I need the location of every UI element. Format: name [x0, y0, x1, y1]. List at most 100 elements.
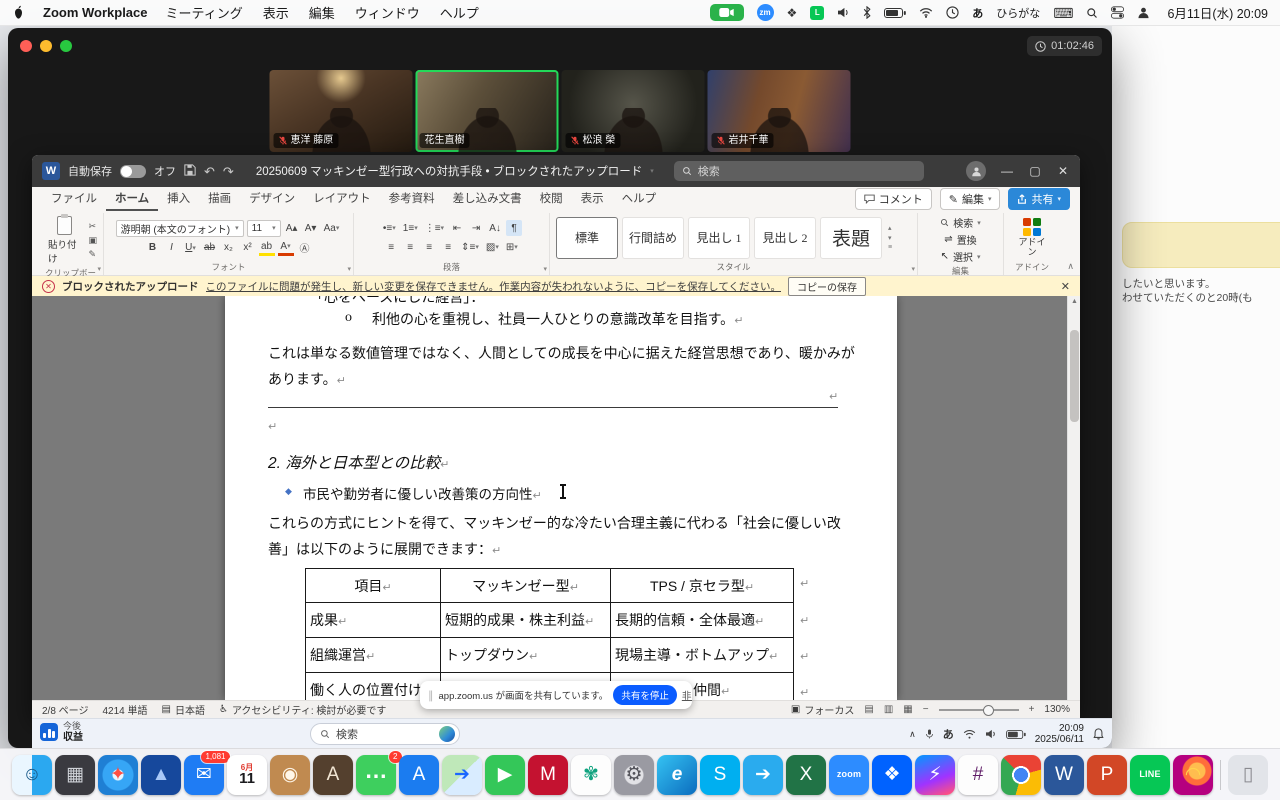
dock-skype[interactable]: S: [700, 755, 740, 795]
dock-messenger[interactable]: ⚡: [915, 755, 955, 795]
menu-item[interactable]: 表示: [263, 3, 289, 22]
table-cell[interactable]: 組織運営↵: [306, 638, 441, 673]
style-gallery-item[interactable]: 見出し 1: [688, 217, 750, 259]
document-page[interactable]: 「心をベースにした経営」： o 利他の心を重視し、社員一人ひとりの意識改革を目指…: [225, 296, 897, 700]
save-icon[interactable]: [184, 164, 196, 178]
style-gallery-item[interactable]: 表題: [820, 217, 882, 259]
share-button[interactable]: 共有 ▾: [1008, 188, 1070, 210]
table-cell[interactable]: 短期的成果・株主利益↵: [441, 603, 611, 638]
cut-icon[interactable]: ✂: [88, 221, 97, 232]
taskbar-clock[interactable]: 20:09 2025/06/11: [1035, 723, 1084, 746]
ribbon-tab[interactable]: レイアウト: [304, 187, 380, 211]
bluetooth-icon[interactable]: [863, 6, 871, 19]
notifications-icon[interactable]: [1093, 728, 1104, 740]
table-header-cell[interactable]: 項目↵: [306, 569, 441, 603]
font-size-select[interactable]: 11▾: [247, 220, 281, 237]
ime-mode-label[interactable]: ひらがな: [996, 5, 1040, 21]
highlight-color-button[interactable]: ab: [259, 240, 275, 256]
dock-powerpoint[interactable]: P: [1087, 755, 1127, 795]
zoom-in-icon[interactable]: +: [1029, 704, 1035, 715]
underline-button[interactable]: U▾: [183, 240, 199, 256]
word-app-icon[interactable]: W: [42, 162, 60, 180]
editing-mode-button[interactable]: ✎ 編集 ▾: [940, 188, 1001, 210]
focus-mode-button[interactable]: ▣ フォーカス: [791, 702, 854, 717]
drag-handle-icon[interactable]: ∥: [428, 689, 434, 702]
increase-indent-button[interactable]: ⇥: [468, 220, 484, 236]
menu-item[interactable]: ヘルプ: [440, 3, 479, 22]
ribbon-tab[interactable]: ファイル: [42, 187, 106, 211]
dock-maps[interactable]: ➔: [442, 755, 482, 795]
battery-icon[interactable]: [884, 8, 906, 18]
ribbon-tab[interactable]: 挿入: [158, 187, 199, 211]
apple-logo-icon[interactable]: [12, 5, 25, 20]
clear-format-button[interactable]: Ⓐ: [297, 240, 313, 256]
vertical-scrollbar[interactable]: ▲: [1067, 296, 1080, 700]
replace-button[interactable]: ⇌ 置換: [944, 232, 976, 247]
page-indicator[interactable]: 2/8 ページ: [42, 702, 88, 717]
ribbon-tab[interactable]: 校閲: [531, 187, 572, 211]
dock-zoom[interactable]: zoom: [829, 755, 869, 795]
table-cell[interactable]: 長期的信頼・全体最適↵: [611, 603, 794, 638]
ribbon-tab[interactable]: ヘルプ: [613, 187, 666, 211]
zoom-button[interactable]: [60, 40, 72, 52]
dock-chatgpt[interactable]: ✾: [571, 755, 611, 795]
dock-mail[interactable]: ✉ 1,081: [184, 755, 224, 795]
participant-video[interactable]: 恵洋 藤原: [270, 70, 413, 152]
banner-close-icon[interactable]: ✕: [1061, 280, 1070, 293]
ribbon-tab[interactable]: 参考資料: [380, 187, 444, 211]
font-color-button[interactable]: A▾: [278, 240, 294, 256]
ime-input-icon[interactable]: あ: [972, 5, 983, 21]
style-gallery-item[interactable]: 行間詰め: [622, 217, 684, 259]
bullets-button[interactable]: •≡▾: [381, 220, 398, 236]
grow-font-button[interactable]: A▴: [284, 220, 300, 236]
table-cell[interactable]: トップダウン↵: [441, 638, 611, 673]
align-center-button[interactable]: ≡: [402, 239, 418, 255]
spotlight-icon[interactable]: [1086, 7, 1098, 19]
change-case-button[interactable]: Aa▾: [322, 220, 342, 236]
style-gallery-scroll[interactable]: ▴▾≡: [886, 224, 892, 251]
collapse-ribbon-icon[interactable]: ∧: [1067, 261, 1074, 272]
wifi-icon[interactable]: [919, 7, 933, 18]
background-window[interactable]: したいと思います。 わせていただくのと20時(も: [1112, 26, 1280, 748]
zoom-slider[interactable]: [939, 709, 1019, 711]
copy-icon[interactable]: ▣: [88, 235, 97, 246]
control-center-icon[interactable]: [1111, 6, 1124, 19]
borders-button[interactable]: ⊞▾: [504, 239, 520, 255]
menubar-clock[interactable]: 6月11日(水) 20:09: [1167, 3, 1268, 22]
dock-telegram[interactable]: ➔: [743, 755, 783, 795]
print-layout-icon[interactable]: ▥: [884, 704, 893, 715]
title-chevron-icon[interactable]: ▾: [650, 168, 654, 175]
dock-calendar[interactable]: 6月 11: [227, 755, 267, 795]
font-name-select[interactable]: 游明朝 (本文のフォント)▾: [116, 220, 244, 237]
camera-active-indicator[interactable]: [710, 4, 744, 21]
dock-word[interactable]: W: [1044, 755, 1084, 795]
ribbon-tab[interactable]: デザイン: [240, 187, 304, 211]
dialog-launcher-icon[interactable]: ▾: [97, 265, 101, 273]
dropbox-icon[interactable]: ❖: [787, 7, 798, 19]
line-spacing-button[interactable]: ⇕≡▾: [459, 239, 481, 255]
dialog-launcher-icon[interactable]: ▾: [347, 265, 351, 273]
read-mode-icon[interactable]: ▤: [864, 704, 873, 715]
battery-icon[interactable]: [1006, 730, 1026, 739]
volume-icon[interactable]: [837, 7, 850, 18]
close-button[interactable]: [20, 40, 32, 52]
line-icon[interactable]: L: [810, 6, 824, 20]
dock-slack[interactable]: #: [958, 755, 998, 795]
menu-item[interactable]: ミーティング: [166, 3, 243, 22]
zoom-level[interactable]: 130%: [1044, 704, 1070, 715]
dock-preview[interactable]: ▲: [141, 755, 181, 795]
align-left-button[interactable]: ≡: [383, 239, 399, 255]
autosave-toggle[interactable]: [120, 165, 146, 178]
save-copy-button[interactable]: コピーの保存: [788, 277, 866, 296]
dock-photo-booth[interactable]: ◉: [270, 755, 310, 795]
multilevel-list-button[interactable]: ⋮≡▾: [423, 220, 446, 236]
table-cell[interactable]: 現場主導・ボトムアップ↵: [611, 638, 794, 673]
dock-dictionary[interactable]: A: [313, 755, 353, 795]
keyboard-icon[interactable]: ⌨: [1053, 6, 1073, 20]
style-gallery-item[interactable]: 見出し 2: [754, 217, 816, 259]
clock-icon[interactable]: [946, 6, 959, 19]
table-cell[interactable]: 成果↵: [306, 603, 441, 638]
zoom-menubar-icon[interactable]: zm: [757, 4, 774, 21]
participant-video[interactable]: 松浪 榮: [562, 70, 705, 152]
taskbar-search-box[interactable]: 検索: [310, 723, 460, 745]
